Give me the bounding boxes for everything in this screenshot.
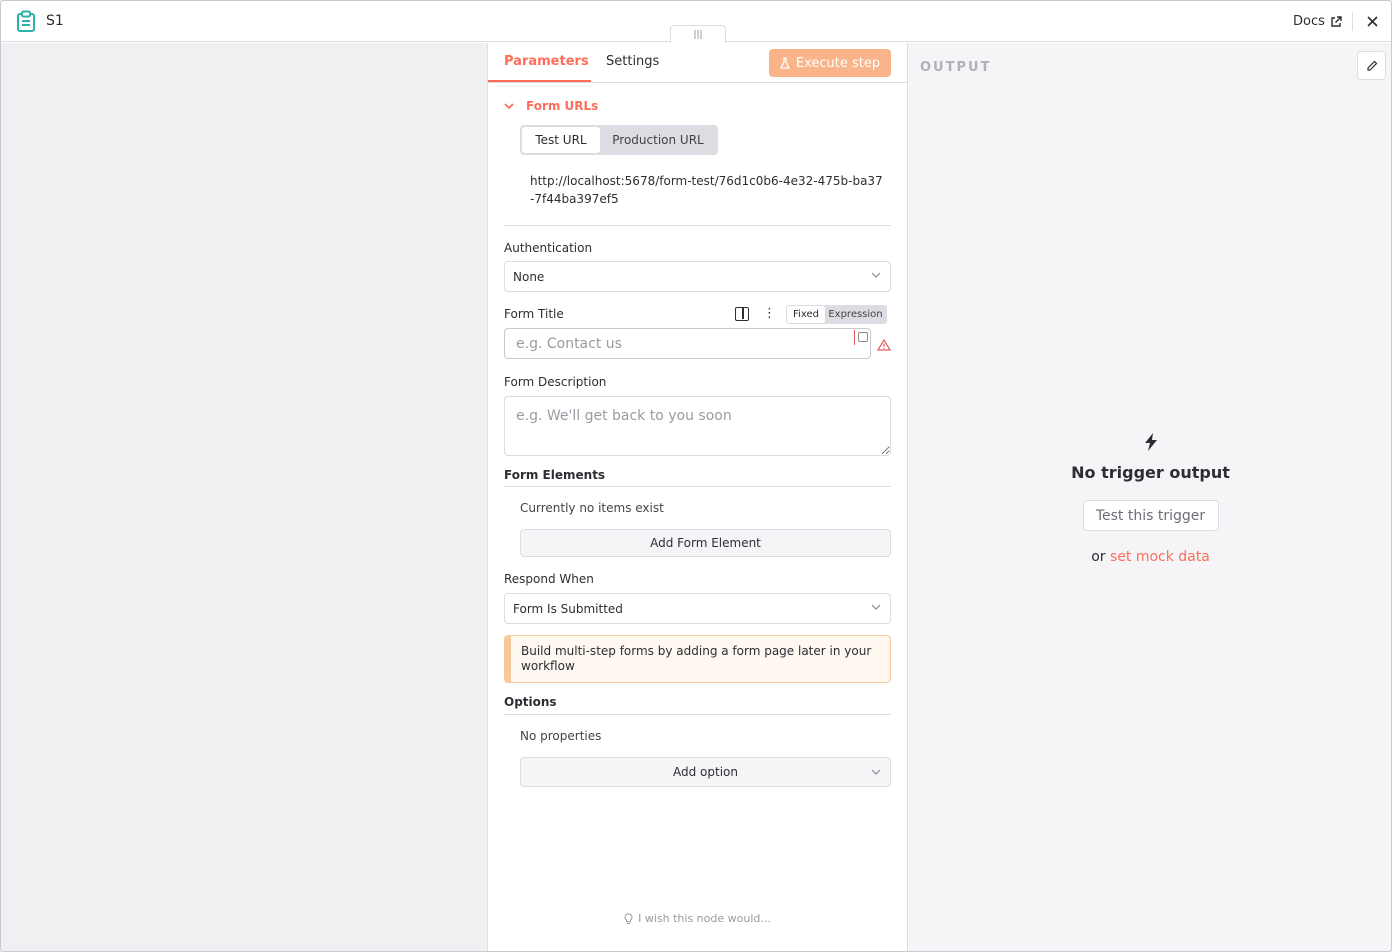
clipboard-icon <box>16 10 36 32</box>
node-details-window: S1 Docs Parameters Settings Execute step… <box>0 0 1392 952</box>
url-type-toggle: Test URL Production URL <box>520 125 718 155</box>
chevron-down-icon <box>871 604 881 610</box>
pencil-icon <box>1366 60 1377 71</box>
feedback-label: I wish this node would... <box>638 912 771 925</box>
form-elements-empty: Currently no items exist <box>520 501 664 515</box>
add-option-label: Add option <box>673 765 738 779</box>
grip-icon <box>694 30 702 39</box>
form-elements-divider <box>504 486 891 487</box>
authentication-label: Authentication <box>504 241 593 255</box>
node-tabs: Parameters Settings Execute step <box>488 43 907 83</box>
form-title-input[interactable] <box>504 328 871 359</box>
more-options-icon[interactable]: ⋮ <box>763 307 776 321</box>
test-trigger-button[interactable]: Test this trigger <box>1082 500 1219 531</box>
authentication-value: None <box>513 269 545 284</box>
form-url[interactable]: http://localhost:5678/form-test/76d1c0b6… <box>530 172 885 208</box>
edit-output-button[interactable] <box>1357 51 1386 80</box>
input-pane <box>1 43 487 951</box>
options-divider <box>504 714 891 715</box>
respond-when-label: Respond When <box>504 572 594 586</box>
test-url-tab[interactable]: Test URL <box>522 127 600 153</box>
panel-toggle-icon[interactable] <box>735 307 749 321</box>
section-divider <box>504 225 891 226</box>
lightbulb-icon <box>624 912 633 924</box>
external-link-icon <box>1331 15 1342 27</box>
node-name[interactable]: S1 <box>46 13 64 29</box>
lightning-icon <box>1144 433 1157 451</box>
chevron-down-icon <box>504 102 514 109</box>
no-output-title: No trigger output <box>1071 463 1230 482</box>
authentication-select[interactable]: None <box>504 261 891 292</box>
input-edge-marker <box>854 330 855 345</box>
tab-settings[interactable]: Settings <box>606 54 659 69</box>
form-description-input[interactable] <box>504 396 891 456</box>
flask-icon <box>779 57 790 69</box>
production-url-tab[interactable]: Production URL <box>600 127 716 153</box>
form-elements-label: Form Elements <box>504 468 606 482</box>
expand-editor-icon[interactable] <box>858 332 868 342</box>
mock-data-line: or set mock data <box>1091 549 1210 565</box>
output-title: OUTPUT <box>920 60 992 75</box>
docs-link-label: Docs <box>1293 14 1325 29</box>
add-form-element-button[interactable]: Add Form Element <box>520 529 891 557</box>
tab-parameters[interactable]: Parameters <box>504 54 589 69</box>
form-description-label: Form Description <box>504 375 607 389</box>
parameter-tools: ⋮ <box>735 307 776 321</box>
multi-step-callout: Build multi-step forms by adding a form … <box>504 635 891 683</box>
execute-step-label: Execute step <box>795 55 881 71</box>
set-mock-data-link[interactable]: set mock data <box>1110 549 1210 565</box>
docs-link[interactable]: Docs <box>1293 14 1342 29</box>
options-label: Options <box>504 695 557 709</box>
header-divider <box>1352 12 1353 31</box>
parameters-pane: Parameters Settings Execute step Form UR… <box>487 43 908 951</box>
output-empty-state: No trigger output Test this trigger or s… <box>908 433 1391 565</box>
active-tab-indicator <box>488 80 591 82</box>
close-button[interactable] <box>1363 12 1381 30</box>
or-text: or <box>1091 549 1106 565</box>
options-empty: No properties <box>520 729 602 743</box>
execute-step-button[interactable]: Execute step <box>769 49 891 77</box>
feedback-link[interactable]: I wish this node would... <box>488 912 907 925</box>
expression-mode-option[interactable]: Expression <box>825 306 886 323</box>
fixed-mode-option[interactable]: Fixed <box>787 306 825 323</box>
panel-drag-handle[interactable] <box>670 25 726 43</box>
respond-when-value: Form Is Submitted <box>513 601 623 616</box>
form-urls-toggle[interactable]: Form URLs <box>504 99 598 113</box>
add-option-button[interactable]: Add option <box>520 757 891 787</box>
output-pane: OUTPUT No trigger output Test this trigg… <box>908 43 1391 951</box>
respond-when-select[interactable]: Form Is Submitted <box>504 593 891 624</box>
form-title-label: Form Title <box>504 307 564 321</box>
fixed-expression-toggle: Fixed Expression <box>786 305 887 324</box>
form-urls-label: Form URLs <box>526 99 599 113</box>
chevron-down-icon <box>871 272 881 278</box>
close-icon <box>1366 15 1378 27</box>
chevron-down-icon <box>871 769 881 775</box>
warning-icon <box>876 336 892 355</box>
